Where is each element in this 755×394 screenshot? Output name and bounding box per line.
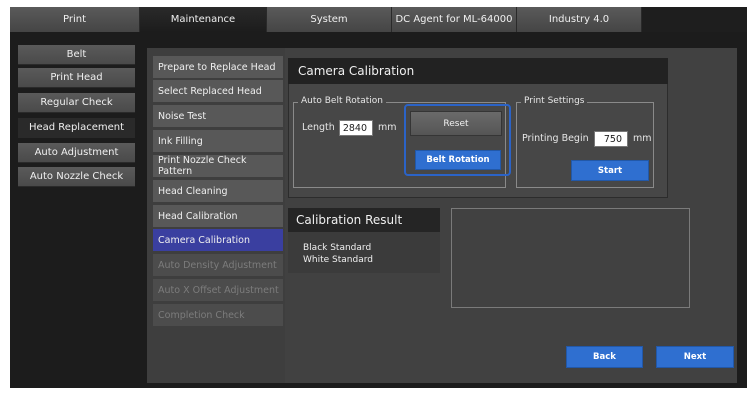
printing-begin-input[interactable]: 750 xyxy=(594,131,628,147)
next-button[interactable]: Next xyxy=(656,346,734,368)
belt-rotation-button[interactable]: Belt Rotation xyxy=(415,150,501,170)
step-completion-check: Completion Check xyxy=(153,304,283,326)
calibration-result-title: Calibration Result xyxy=(288,208,440,232)
tab-print[interactable]: Print xyxy=(10,7,140,32)
step-camera-calibration[interactable]: Camera Calibration xyxy=(153,229,283,251)
back-button[interactable]: Back xyxy=(566,346,643,368)
step-head-calibration[interactable]: Head Calibration xyxy=(153,205,283,227)
printing-begin-unit: mm xyxy=(633,133,652,144)
step-print-nozzle-check-pattern[interactable]: Print Nozzle Check Pattern xyxy=(153,155,283,177)
calibration-result-display xyxy=(451,208,690,308)
auto-belt-rotation-label: Auto Belt Rotation xyxy=(298,96,386,106)
tab-dc-agent[interactable]: DC Agent for ML-64000 xyxy=(392,7,517,32)
top-tab-bar: Print Maintenance System DC Agent for ML… xyxy=(10,7,747,32)
step-auto-density-adjustment: Auto Density Adjustment xyxy=(153,254,283,276)
step-head-cleaning[interactable]: Head Cleaning xyxy=(153,180,283,202)
category-belt[interactable]: Belt xyxy=(18,45,135,65)
step-ink-filling[interactable]: Ink Filling xyxy=(153,130,283,152)
print-settings-label: Print Settings xyxy=(521,96,588,106)
length-input[interactable]: 2840 xyxy=(339,120,373,136)
length-unit: mm xyxy=(378,122,397,133)
step-select-replaced-head[interactable]: Select Replaced Head xyxy=(153,80,283,102)
reset-button[interactable]: Reset xyxy=(410,111,502,136)
step-noise-test[interactable]: Noise Test xyxy=(153,105,283,127)
printing-begin-label: Printing Begin xyxy=(522,133,589,144)
start-button[interactable]: Start xyxy=(571,160,649,181)
category-auto-adjustment[interactable]: Auto Adjustment xyxy=(18,143,135,163)
step-prepare-to-replace-head[interactable]: Prepare to Replace Head xyxy=(153,56,283,78)
tab-system[interactable]: System xyxy=(267,7,392,32)
tab-industry-4[interactable]: Industry 4.0 xyxy=(517,7,642,32)
category-regular-check[interactable]: Regular Check xyxy=(18,93,135,113)
category-print-head[interactable]: Print Head xyxy=(18,68,135,88)
camera-calibration-title: Camera Calibration xyxy=(288,58,668,84)
category-head-replacement[interactable]: Head Replacement xyxy=(18,118,135,138)
tab-bar-filler xyxy=(642,7,747,32)
category-auto-nozzle-check[interactable]: Auto Nozzle Check xyxy=(18,167,135,187)
tab-maintenance[interactable]: Maintenance xyxy=(140,7,267,32)
length-label: Length xyxy=(302,122,335,133)
white-standard-label: White Standard xyxy=(303,255,373,265)
black-standard-label: Black Standard xyxy=(303,243,372,253)
step-auto-x-offset-adjustment: Auto X Offset Adjustment xyxy=(153,279,283,301)
